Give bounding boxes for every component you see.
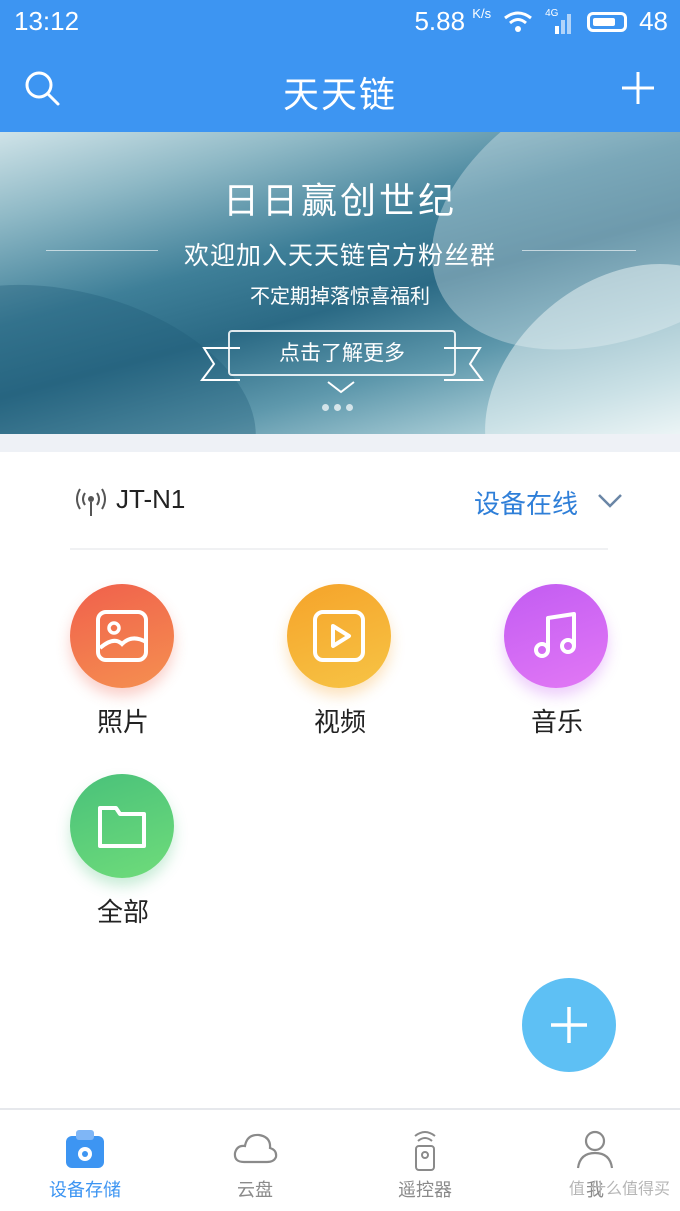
wifi-icon: [504, 11, 532, 32]
device-selector[interactable]: JT-N1 设备在线: [70, 476, 630, 528]
cloud-icon: [233, 1133, 278, 1164]
category-videos[interactable]: 视频: [265, 584, 415, 754]
signal-broadcast-icon: [76, 488, 106, 516]
network-speed: 5.88 K/s: [414, 6, 491, 37]
network-type: 4G: [545, 7, 559, 19]
tab-device-storage[interactable]: 设备存储: [0, 1110, 170, 1211]
cell-signal-icon: 4G: [545, 7, 575, 34]
app-bar: 天天链: [0, 44, 680, 132]
battery-level: 48: [639, 6, 668, 36]
category-label: 全部: [96, 898, 149, 928]
category-all[interactable]: 全部: [48, 774, 198, 944]
category-label: 视频: [313, 708, 366, 738]
banner-subtitle: 欢迎加入天天链官方粉丝群: [183, 241, 496, 270]
divider: [70, 548, 608, 550]
pagination-dot: [322, 404, 329, 411]
network-speed-value: 5.88: [414, 6, 466, 36]
section-gap: [0, 434, 680, 452]
tab-label: 云盘: [237, 1180, 273, 1201]
device-name: JT-N1: [116, 484, 186, 514]
tab-cloud[interactable]: 云盘: [170, 1110, 340, 1211]
folder-icon: [70, 774, 174, 878]
battery-icon: [587, 11, 628, 32]
page-title: 天天链: [282, 75, 397, 116]
tab-label: 遥控器: [398, 1180, 452, 1201]
user-icon: [576, 1130, 614, 1169]
category-label: 音乐: [530, 708, 583, 738]
category-photos[interactable]: 照片: [48, 584, 198, 754]
promo-banner[interactable]: 日日赢创世纪 欢迎加入天天链官方粉丝群 不定期掉落惊喜福利 点击了解更多: [0, 132, 680, 434]
category-music[interactable]: 音乐: [482, 584, 632, 754]
bottom-tab-bar: 设备存储 云盘 遥控器 我 值 什么值得买: [0, 1108, 680, 1211]
banner-headline: 日日赢创世纪: [222, 181, 457, 222]
status-bar: 13:12 5.88 K/s 4G 48: [0, 0, 680, 44]
plus-icon: [551, 1007, 587, 1043]
video-icon: [287, 584, 391, 688]
learn-more-button[interactable]: 点击了解更多: [228, 330, 456, 376]
music-icon: [504, 584, 608, 688]
remote-icon: [414, 1131, 436, 1171]
banner-note: 不定期掉落惊喜福利: [250, 284, 430, 308]
tab-remote[interactable]: 遥控器: [340, 1110, 510, 1211]
banner-chevron-icon: [327, 381, 355, 394]
add-icon[interactable]: [618, 68, 658, 108]
status-indicators: 5.88 K/s 4G 48: [414, 6, 668, 37]
storage-icon: [66, 1130, 104, 1168]
pagination-dot: [346, 404, 353, 411]
pagination-dot-active: [334, 404, 341, 411]
status-time: 13:12: [14, 6, 80, 36]
category-label: 照片: [96, 708, 149, 738]
device-status: 设备在线: [473, 490, 578, 520]
ribbon-right-icon: [444, 347, 484, 381]
photo-icon: [70, 584, 174, 688]
watermark: 值 什么值得买: [568, 1179, 670, 1198]
chevron-down-icon[interactable]: [596, 488, 624, 512]
network-speed-unit: K/s: [472, 6, 492, 21]
banner-pagination: [322, 404, 353, 411]
add-fab-button[interactable]: [522, 978, 616, 1072]
tab-label: 设备存储: [49, 1180, 121, 1201]
